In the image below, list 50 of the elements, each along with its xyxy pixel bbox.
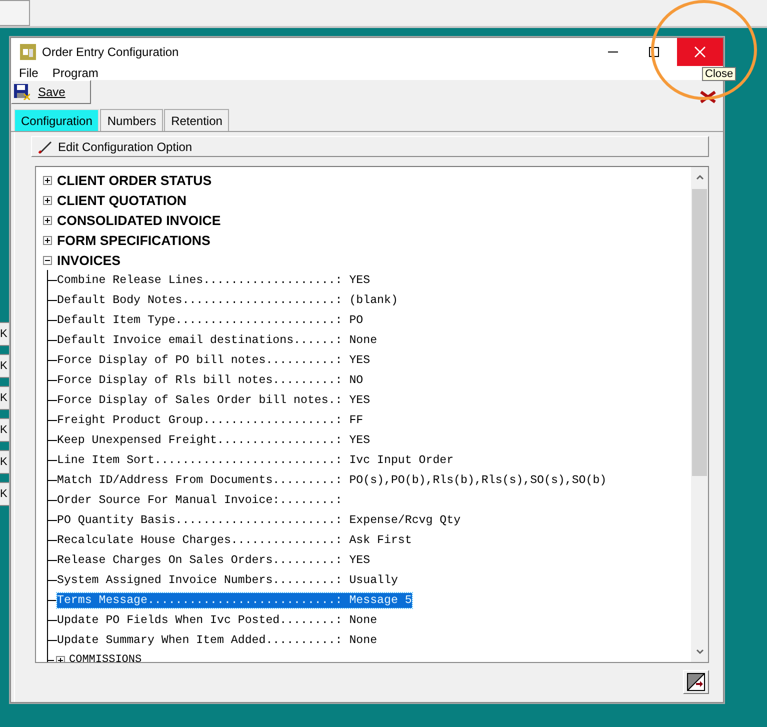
expander-icon[interactable]: [43, 176, 52, 184]
edit-configuration-button[interactable]: Edit Configuration Option: [31, 136, 709, 157]
expander-icon[interactable]: [43, 196, 52, 204]
tree-group[interactable]: FORM SPECIFICATIONS: [57, 232, 210, 248]
expander-icon[interactable]: [43, 256, 52, 264]
close-icon: [694, 46, 706, 58]
scrollbar[interactable]: [691, 167, 708, 662]
tree-setting[interactable]: Recalculate House Charges...............: Ask First: [57, 532, 412, 548]
tree-setting[interactable]: Keep Unexpensed Freight.................: YES: [57, 432, 370, 448]
menu-item[interactable]: File: [19, 66, 38, 80]
tab[interactable]: Configuration: [14, 109, 100, 131]
tree-setting[interactable]: Line Item Sort..........................: Ivc Input Order: [57, 452, 454, 468]
exit-button[interactable]: [683, 670, 709, 694]
tree-setting[interactable]: Release Charges On Sales Orders.........: YES: [57, 552, 370, 568]
tree-setting[interactable]: Update Summary When Item Added..........: None: [57, 632, 378, 648]
tree-setting[interactable]: PO Quantity Basis.......................: Expense/Rcvg Qty: [57, 512, 461, 528]
expander-icon[interactable]: [43, 216, 52, 224]
tree-setting[interactable]: System Assigned Invoice Numbers.........: Usually: [57, 572, 398, 588]
tree-group[interactable]: CLIENT QUOTATION: [57, 192, 187, 208]
menu-item[interactable]: Program: [52, 66, 98, 80]
expander-icon[interactable]: [56, 656, 65, 662]
tree-group[interactable]: CONSOLIDATED INVOICE: [57, 212, 221, 228]
tab[interactable]: Retention: [164, 109, 230, 131]
window-title: Order Entry Configuration: [42, 45, 179, 59]
tree-group[interactable]: CLIENT ORDER STATUS: [57, 172, 212, 188]
maximize-icon[interactable]: [649, 47, 659, 57]
app-icon: [20, 44, 36, 60]
close-icon[interactable]: [699, 90, 717, 104]
tree-setting[interactable]: Update PO Fields When Ivc Posted........: None: [57, 612, 378, 628]
tree-setting[interactable]: Force Display of Rls bill notes.........: NO: [57, 372, 364, 388]
tree-setting[interactable]: Match ID/Address From Documents.........: PO(s),PO(b),Rls(b),Rls(s),SO(s),SO(b): [57, 472, 607, 488]
tree-setting[interactable]: Force Display of PO bill notes..........: YES: [57, 352, 370, 368]
tree-setting[interactable]: Freight Product Group...................: FF: [57, 412, 364, 428]
tree-setting[interactable]: Terms Message...........................: Message 5: [57, 592, 412, 608]
tooltip: Close: [702, 67, 736, 81]
tree-group[interactable]: INVOICES: [57, 252, 121, 268]
tree-setting[interactable]: Default Body Notes......................: (blank): [57, 292, 398, 308]
close-button[interactable]: [677, 38, 723, 66]
tree-setting[interactable]: Combine Release Lines...................: YES: [57, 272, 370, 288]
tree-setting[interactable]: Force Display of Sales Order bill notes.: YES: [57, 392, 370, 408]
tree-setting[interactable]: Default Item Type.......................: PO: [57, 312, 364, 328]
tree-setting[interactable]: Default Invoice email destinations......: None: [57, 332, 378, 348]
tree-setting[interactable]: Order Source For Manual Invoice:........:: [57, 492, 342, 508]
scrollbar-thumb[interactable]: [692, 189, 707, 476]
expander-icon[interactable]: [43, 236, 52, 244]
tab[interactable]: Numbers: [100, 109, 164, 131]
tree-group[interactable]: COMMISSIONS: [69, 654, 142, 662]
pen-icon: [38, 140, 54, 154]
exit-icon: [687, 673, 705, 691]
save-button[interactable]: Save: [11, 80, 91, 104]
